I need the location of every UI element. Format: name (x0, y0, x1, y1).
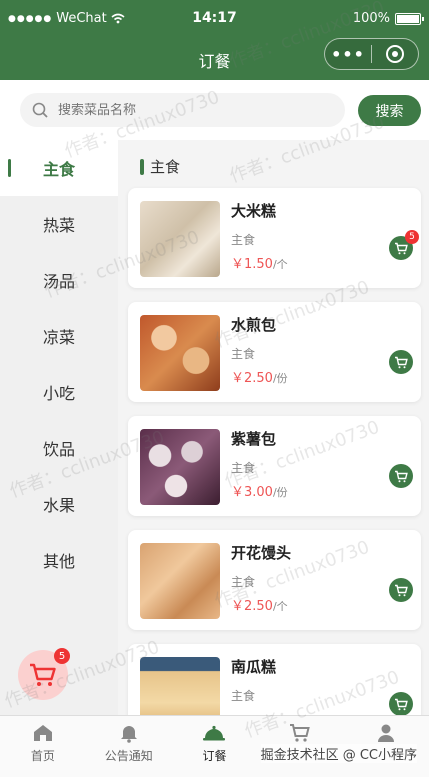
home-icon (33, 725, 52, 741)
dish-card[interactable]: 开花馒头 主食 ￥2.50/个 (128, 530, 421, 630)
dish-photo (140, 543, 220, 619)
cart-icon (395, 698, 408, 710)
close-button[interactable] (372, 45, 418, 63)
mini-program-capsule: ••• (324, 38, 419, 70)
sidebar-item-other[interactable]: 其他 (0, 532, 118, 588)
shopping-cart-icon (30, 663, 56, 686)
tab-home[interactable]: 首页 (0, 716, 86, 777)
price-value: ￥2.50 (231, 371, 273, 386)
price-unit: /份 (272, 372, 288, 385)
search-icon (32, 102, 48, 118)
dish-card[interactable]: 南瓜糕 主食 (128, 644, 421, 715)
price-unit: /个 (272, 600, 288, 613)
price-unit: /份 (272, 486, 288, 499)
tab-label: 公告通知 (104, 749, 153, 763)
dish-price: ￥3.00/份 (231, 481, 288, 500)
cart-icon (395, 470, 408, 482)
dish-price: ￥2.50/份 (231, 367, 288, 386)
battery-percent: 100% (352, 11, 390, 26)
status-right: 100% (352, 11, 424, 26)
dish-photo (140, 201, 220, 277)
dish-category: 主食 (231, 575, 256, 589)
sidebar-item-fruit[interactable]: 水果 (0, 476, 118, 532)
dish-name: 紫薯包 (231, 430, 277, 448)
dish-photo (140, 315, 220, 391)
dish-name: 水煎包 (231, 316, 277, 334)
nav-bar: 订餐 ••• (0, 38, 429, 80)
sidebar-item-hot-dishes[interactable]: 热菜 (0, 196, 118, 252)
section-header: 主食 (140, 156, 180, 177)
section-accent-bar (140, 158, 144, 175)
dish-category: 主食 (231, 689, 256, 703)
sidebar-item-snacks[interactable]: 小吃 (0, 364, 118, 420)
cart-count-badge: 5 (405, 230, 419, 244)
add-to-cart-button[interactable] (389, 350, 413, 374)
sidebar-item-soups[interactable]: 汤品 (0, 252, 118, 308)
price-unit: /个 (272, 258, 288, 271)
search-bar: 搜索 (0, 80, 429, 140)
cart-icon (290, 724, 311, 742)
community-watermark: 掘金技术社区 @ CC小程序 (260, 744, 417, 763)
price-value: ￥2.50 (231, 599, 273, 614)
cart-icon (395, 356, 408, 368)
dish-card[interactable]: 紫薯包 主食 ￥3.00/份 (128, 416, 421, 516)
target-icon (386, 45, 404, 63)
dish-price: ￥2.50/个 (231, 595, 288, 614)
dish-card[interactable]: 大米糕 主食 ￥1.50/个 5 (128, 188, 421, 288)
dish-list: 主食 大米糕 主食 ￥1.50/个 5 水煎包 主食 ￥2.50/份 紫薯包 主… (118, 140, 429, 715)
add-to-cart-button[interactable] (389, 464, 413, 488)
cart-icon (395, 584, 408, 596)
dish-photo (140, 657, 220, 715)
dish-price: ￥1.50/个 (231, 253, 288, 272)
sidebar-item-drinks[interactable]: 饮品 (0, 420, 118, 476)
tab-notices[interactable]: 公告通知 (86, 716, 172, 777)
cart-icon (395, 242, 408, 254)
battery-icon (395, 12, 424, 25)
sidebar-item-staple[interactable]: 主食 (0, 140, 118, 196)
add-to-cart-button[interactable] (389, 578, 413, 602)
category-sidebar: 主食 热菜 汤品 凉菜 小吃 饮品 水果 其他 (0, 140, 118, 715)
tab-label: 首页 (30, 749, 55, 763)
dish-category: 主食 (231, 461, 256, 475)
dish-photo (140, 429, 220, 505)
cart-total-badge: 5 (54, 648, 70, 664)
add-to-cart-button[interactable] (389, 692, 413, 715)
dish-name: 大米糕 (231, 202, 277, 220)
price-value: ￥3.00 (231, 485, 273, 500)
bell-icon (120, 726, 137, 743)
dish-name: 开花馒头 (231, 544, 292, 562)
search-input[interactable] (58, 102, 318, 118)
dish-category: 主食 (231, 233, 256, 247)
sidebar-item-cold-dishes[interactable]: 凉菜 (0, 308, 118, 364)
dish-name: 南瓜糕 (231, 658, 277, 676)
add-to-cart-button[interactable]: 5 (389, 230, 419, 260)
more-button[interactable]: ••• (325, 45, 371, 64)
dish-category: 主食 (231, 347, 256, 361)
status-bar: ●●●●● WeChat 14:17 100% (0, 0, 429, 38)
tab-order[interactable]: 订餐 (172, 716, 258, 777)
dish-cover-icon (203, 725, 226, 741)
price-value: ￥1.50 (231, 257, 273, 272)
floating-cart-button[interactable]: 5 (18, 648, 70, 700)
search-box (20, 93, 345, 127)
search-button[interactable]: 搜索 (358, 95, 421, 126)
section-title: 主食 (150, 158, 181, 176)
user-icon (378, 724, 395, 742)
dish-card[interactable]: 水煎包 主食 ￥2.50/份 (128, 302, 421, 402)
tab-label: 订餐 (202, 749, 227, 763)
